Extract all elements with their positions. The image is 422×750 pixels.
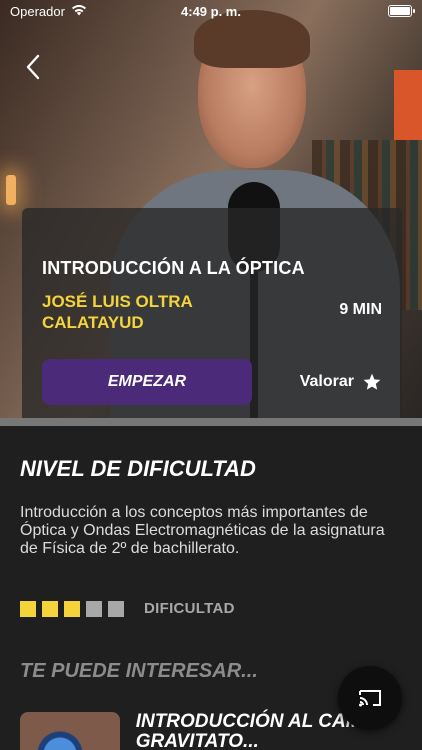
start-button[interactable]: EMPEZAR	[42, 359, 252, 405]
star-icon	[363, 373, 381, 390]
course-title: INTRODUCCIÓN A LA ÓPTICA	[42, 258, 305, 278]
section-divider	[0, 418, 422, 426]
difficulty-level-1	[20, 600, 36, 617]
cast-button[interactable]	[338, 666, 402, 730]
related-thumbnail[interactable]	[20, 712, 120, 750]
background-lamp	[6, 175, 16, 205]
difficulty-rating: DIFICULTAD	[20, 600, 405, 617]
difficulty-level-2	[42, 600, 58, 617]
course-info-card: INTRODUCCIÓN A LA ÓPTICA JOSÉ LUIS OLTRA…	[22, 208, 402, 420]
back-button[interactable]	[18, 52, 48, 82]
background-decor	[394, 70, 422, 140]
battery-icon	[388, 5, 415, 17]
difficulty-heading: NIVEL DE DIFICULTAD	[20, 456, 256, 481]
cast-icon	[359, 690, 381, 707]
difficulty-label: DIFICULTAD	[144, 600, 235, 617]
related-item[interactable]: INTRODUCCIÓN AL CAMPO GRAVITATO...	[20, 712, 400, 750]
status-time: 4:49 p. m.	[181, 3, 241, 19]
rate-button[interactable]: Valorar	[300, 372, 382, 392]
chevron-left-icon	[26, 54, 40, 80]
rate-label: Valorar	[299, 373, 354, 390]
course-description: Introducción a los conceptos más importa…	[20, 504, 385, 557]
course-duration: 9 MIN	[339, 301, 382, 318]
course-author[interactable]: JOSÉ LUIS OLTRA CALATAYUD	[42, 291, 262, 333]
difficulty-level-4	[86, 600, 102, 617]
difficulty-level-3	[64, 600, 80, 617]
status-bar: Operador 4:49 p. m.	[0, 0, 422, 22]
difficulty-level-5	[108, 600, 124, 617]
